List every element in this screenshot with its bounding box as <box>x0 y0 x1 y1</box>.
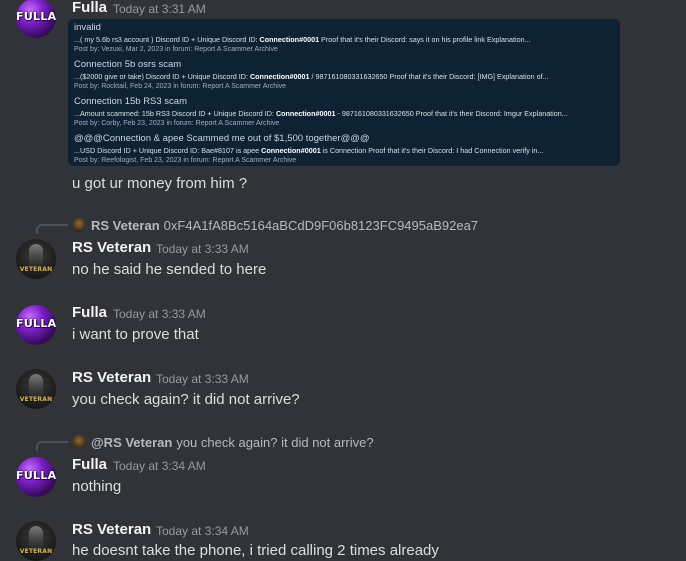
message-text: u got ur money from him ? <box>72 175 248 192</box>
snippet-text: ...( my 5.6b rs3 account ) Discord ID + … <box>74 35 260 44</box>
search-result-title: @@@Connection & apee Scammed me out of $… <box>74 133 370 144</box>
avatar-figure <box>29 244 43 266</box>
avatar[interactable]: VETERAN <box>16 521 56 561</box>
reply-author[interactable]: RS Veteran <box>91 218 160 233</box>
message-text: i want to prove that <box>72 326 199 343</box>
reply-text: 0xF4A1fA8Bc5164aBCdD9F06b8123FC9495aB92e… <box>163 217 479 233</box>
reply-avatar <box>72 218 86 232</box>
snippet-highlight: Connection#0001 <box>259 35 320 44</box>
snippet-text: ...USD Discord ID + Unique Discord ID: B… <box>74 146 262 155</box>
message-timestamp: Today at 3:33 AM <box>156 242 249 256</box>
avatar[interactable]: VETERAN <box>16 369 56 409</box>
message-timestamp: Today at 3:33 AM <box>113 307 206 321</box>
avatar[interactable]: VETERAN <box>16 239 56 279</box>
message-timestamp: Today at 3:33 AM <box>156 372 249 386</box>
message-author[interactable]: RS Veteran <box>72 369 151 386</box>
message-author[interactable]: RS Veteran <box>72 521 151 538</box>
search-result-meta: Post by: Reefologist, Feb 23, 2023 in fo… <box>74 157 297 164</box>
avatar[interactable]: FULLA <box>16 305 56 345</box>
avatar-text: FULLA <box>16 317 56 330</box>
avatar-text: FULLA <box>16 10 56 23</box>
search-result-meta: Post by: Vezuxi, Mar 2, 2023 in forum: R… <box>74 46 278 53</box>
avatar-figure <box>29 374 43 396</box>
avatar-text: VETERAN <box>19 548 53 555</box>
message-timestamp: Today at 3:34 AM <box>156 524 249 538</box>
message-author[interactable]: Fulla <box>72 304 107 321</box>
message-timestamp: Today at 3:34 AM <box>113 459 206 473</box>
snippet-text: Proof that it's their Discord: says it o… <box>319 35 531 44</box>
reply-preview[interactable]: RS Veteran 0xF4A1fA8Bc5164aBCdD9F06b8123… <box>72 217 478 233</box>
search-result-meta: Post by: Corby, Feb 23, 2023 in forum: R… <box>74 120 280 127</box>
search-result-meta: Post by: Rocktail, Feb 24, 2023 in forum… <box>74 83 287 90</box>
reply-text: you check again? it did not arrive? <box>176 434 374 450</box>
search-result-snippet: ...($2000 give or take) Discord ID + Uni… <box>74 72 614 81</box>
search-result: @@@Connection & apee Scammed me out of $… <box>74 133 614 164</box>
snippet-text: ...Amount scammed: 15b RS3 Discord ID + … <box>74 109 276 118</box>
snippet-highlight: Connection#0001 <box>249 72 310 81</box>
search-result: invalid ...( my 5.6b rs3 account ) Disco… <box>74 22 614 53</box>
message-author[interactable]: Fulla <box>72 0 107 16</box>
search-result: Connection 5b osrs scam ...($2000 give o… <box>74 59 614 90</box>
avatar[interactable]: FULLA <box>16 0 56 38</box>
snippet-text: is Connection Proof that it's their Disc… <box>320 146 544 155</box>
reply-author[interactable]: @RS Veteran <box>91 435 172 450</box>
snippet-highlight: Connection#0001 <box>275 109 336 118</box>
search-result-snippet: ...Amount scammed: 15b RS3 Discord ID + … <box>74 109 614 118</box>
message-text: no he said he sended to here <box>72 261 267 278</box>
reply-connector <box>36 224 68 234</box>
snippet-text: ...($2000 give or take) Discord ID + Uni… <box>74 72 250 81</box>
reply-connector <box>36 441 68 451</box>
avatar[interactable]: FULLA <box>16 457 56 497</box>
snippet-text: / 987161080331632650 Proof that it's the… <box>309 72 549 81</box>
message-text: you check again? it did not arrive? <box>72 391 300 408</box>
message-text: he doesnt take the phone, i tried callin… <box>72 542 439 559</box>
avatar-text: VETERAN <box>19 396 53 403</box>
message-text: nothing <box>72 478 122 495</box>
message-timestamp: Today at 3:31 AM <box>113 2 206 16</box>
search-result-title: Connection 15b RS3 scam <box>74 96 188 107</box>
avatar-text: FULLA <box>16 469 56 482</box>
search-result: Connection 15b RS3 scam ...Amount scamme… <box>74 96 614 127</box>
search-result-snippet: ...USD Discord ID + Unique Discord ID: B… <box>74 146 614 155</box>
message-author[interactable]: RS Veteran <box>72 239 151 256</box>
reply-avatar <box>72 435 86 449</box>
message-author[interactable]: Fulla <box>72 456 107 473</box>
snippet-text: - 987161080331632650 Proof that it's the… <box>335 109 568 118</box>
search-result-snippet: ...( my 5.6b rs3 account ) Discord ID + … <box>74 35 614 44</box>
avatar-figure <box>29 526 43 548</box>
avatar-text: VETERAN <box>19 266 53 273</box>
snippet-highlight: Connection#0001 <box>261 146 321 155</box>
search-results-image[interactable]: invalid ...( my 5.6b rs3 account ) Disco… <box>68 19 620 166</box>
search-result-title: invalid <box>74 22 101 33</box>
reply-preview[interactable]: @RS Veteran you check again? it did not … <box>72 434 374 450</box>
search-result-title: Connection 5b osrs scam <box>74 59 182 70</box>
